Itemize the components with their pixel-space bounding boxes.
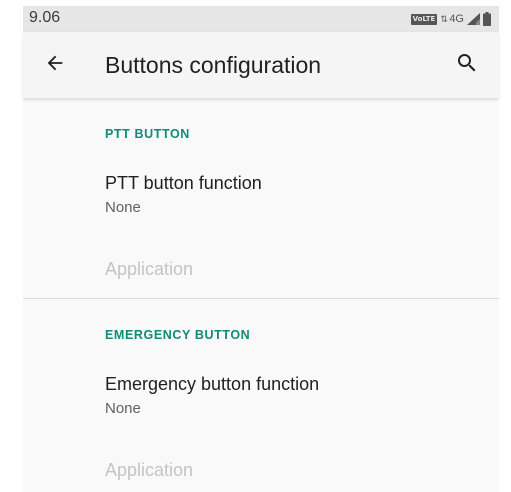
volte-icon: VoLTE <box>410 13 438 25</box>
back-button[interactable] <box>39 49 71 81</box>
emergency-button-function-item[interactable]: Emergency button function None <box>23 357 499 427</box>
status-icons: VoLTE ⇅ 4G <box>410 10 491 28</box>
ptt-button-function-item[interactable]: PTT button function None <box>23 156 499 226</box>
section-divider <box>23 298 499 299</box>
ptt-application-item: Application <box>23 238 499 296</box>
settings-list: PTT BUTTON PTT button function None Appl… <box>23 98 499 492</box>
section-header-ptt: PTT BUTTON <box>105 127 190 141</box>
search-button[interactable] <box>451 49 483 81</box>
app-bar: Buttons configuration <box>23 32 499 98</box>
ptt-button-function-summary: None <box>105 199 141 216</box>
status-time: 9.06 <box>29 9 61 26</box>
emergency-button-function-summary: None <box>105 400 141 417</box>
ptt-application-label: Application <box>105 259 194 279</box>
emergency-application-item: Application <box>23 439 499 492</box>
signal-icon <box>467 13 480 25</box>
network-type-label: 4G <box>449 13 464 25</box>
arrow-back-icon <box>44 52 66 79</box>
status-bar: 9.06 VoLTE ⇅ 4G <box>23 6 499 32</box>
ptt-button-function-title: PTT button function <box>105 173 262 193</box>
page-title: Buttons configuration <box>105 52 322 78</box>
battery-icon <box>483 12 491 26</box>
section-header-emergency: EMERGENCY BUTTON <box>105 328 251 342</box>
emergency-application-label: Application <box>105 460 194 480</box>
emergency-button-function-title: Emergency button function <box>105 374 320 394</box>
search-icon <box>455 51 479 80</box>
data-activity-icon: ⇅ <box>440 13 448 24</box>
